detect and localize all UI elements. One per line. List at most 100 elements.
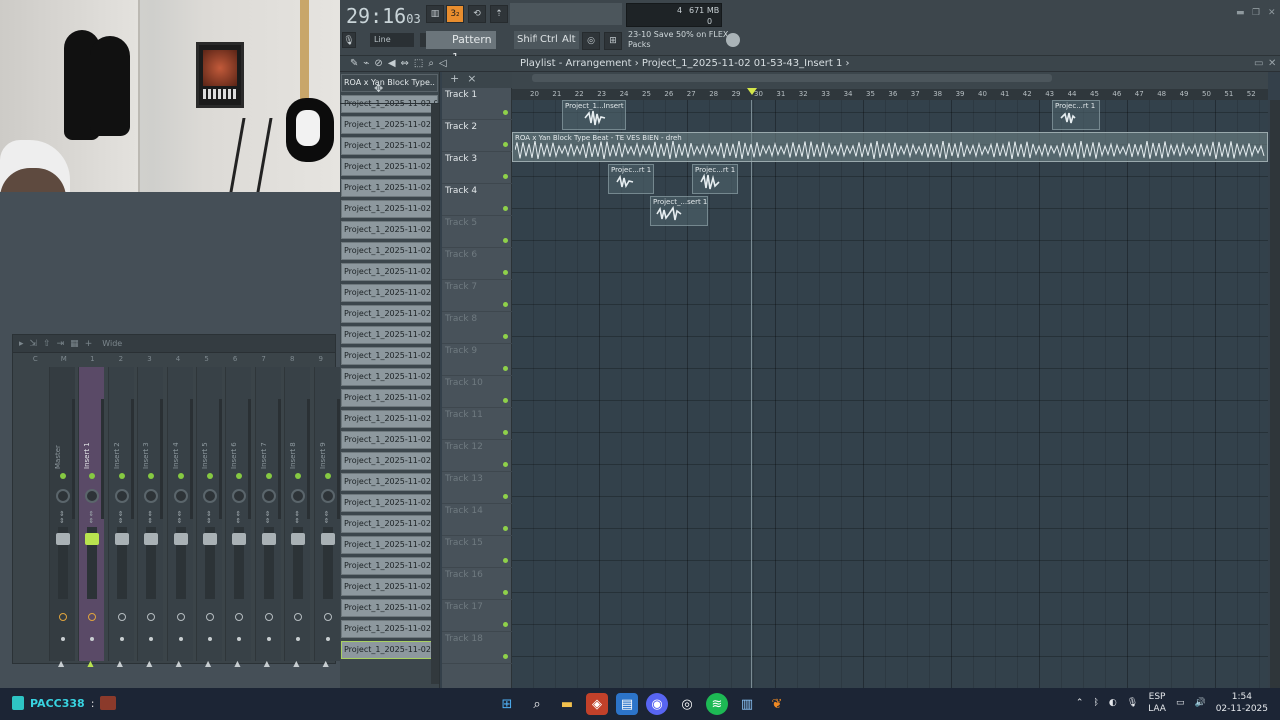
mixer-up-icon[interactable]: ⇧ — [43, 339, 51, 349]
fx-slot-icon[interactable] — [147, 613, 156, 621]
song-time-display[interactable]: 29:1603 — [346, 4, 421, 28]
file-explorer-icon[interactable]: ▬ — [556, 693, 578, 715]
stereo-arrows-icon[interactable]: ⇕ ⇕ — [265, 511, 271, 525]
add-track-icon[interactable]: + — [450, 72, 467, 85]
track-mute-led[interactable] — [503, 206, 508, 211]
pan-knob[interactable] — [291, 489, 306, 503]
track-mute-led[interactable] — [503, 526, 508, 531]
mixer-strip-insert[interactable]: Insert 9 ⇕ ⇕ ▲ — [313, 367, 340, 668]
route-icon[interactable]: ▲ — [323, 659, 333, 668]
strip-enable-led[interactable] — [118, 473, 125, 479]
mixer-strip-insert[interactable]: Insert 4 ⇕ ⇕ ▲ — [166, 367, 193, 668]
fader-handle[interactable] — [261, 533, 276, 545]
route-icon[interactable]: ▲ — [146, 659, 156, 668]
stereo-arrows-icon[interactable]: ⇕ ⇕ — [88, 511, 94, 525]
fader-handle[interactable] — [85, 533, 100, 545]
minimize-app-icon[interactable]: ▬ — [1236, 8, 1245, 18]
picker-item[interactable]: Project_1_2025-11-02 0.. — [341, 578, 438, 596]
mixer-route-icon[interactable]: ⇲ — [30, 339, 38, 349]
mic-icon[interactable]: 🎙 — [342, 32, 356, 48]
pan-knob[interactable] — [144, 489, 159, 503]
pan-knob[interactable] — [173, 489, 188, 503]
fader-handle[interactable] — [173, 533, 188, 545]
picker-item[interactable]: Project_1_2025-11-02 0.. — [341, 137, 438, 155]
strip-enable-led[interactable] — [89, 473, 96, 479]
mixer-add-icon[interactable]: + — [85, 339, 93, 349]
picker-item[interactable]: Project_1_2025-11-02 0.. — [341, 473, 438, 491]
record-arm-dot[interactable] — [61, 637, 65, 641]
tempo-slider[interactable] — [510, 3, 622, 25]
route-icon[interactable]: ▲ — [176, 659, 186, 668]
picker-item[interactable]: Project_1_2025-11-02 0.. — [341, 326, 438, 344]
ctrl-key-button[interactable]: Ctrl — [537, 31, 561, 49]
track-header[interactable]: Track 15 — [442, 536, 512, 568]
picker-item[interactable]: Project_1_2025-11-02 0.. — [341, 221, 438, 239]
stereo-arrows-icon[interactable]: ⇕ ⇕ — [324, 511, 330, 525]
fx-slot-icon[interactable] — [176, 613, 185, 621]
fader-handle[interactable] — [320, 533, 335, 545]
strip-enable-led[interactable] — [265, 473, 272, 479]
record-arm-dot[interactable] — [266, 637, 271, 641]
browser-icon[interactable]: ◎ — [582, 32, 600, 50]
fader-handle[interactable] — [56, 533, 70, 545]
record-arm-dot[interactable] — [325, 637, 330, 641]
route-icon[interactable]: ▲ — [293, 659, 303, 668]
picker-scrollbar[interactable] — [431, 104, 439, 684]
fader-handle[interactable] — [291, 533, 306, 545]
track-mute-led[interactable] — [503, 462, 508, 467]
snap-select[interactable]: Line — [370, 33, 414, 47]
search-icon[interactable]: ⌕ — [526, 693, 548, 715]
fx-slot-icon[interactable] — [235, 613, 244, 621]
strip-enable-led[interactable] — [295, 473, 302, 479]
picker-item[interactable]: Project_1_2025-11-02 0.. — [341, 494, 438, 512]
picker-move-icon[interactable]: ✥ — [374, 82, 383, 95]
notepad-icon[interactable]: ▥ — [736, 693, 758, 715]
cart-icon[interactable]: ⊞ — [604, 32, 622, 50]
picker-item[interactable]: Project_1_2025-11-02 0.. — [341, 515, 438, 533]
track-header[interactable]: Track 8 — [442, 312, 512, 344]
strip-enable-led[interactable] — [236, 473, 243, 479]
discord-icon[interactable]: ◉ — [646, 693, 668, 715]
record-arm-dot[interactable] — [119, 637, 124, 641]
stream-thumbnail-icon[interactable] — [100, 696, 117, 710]
track-header[interactable]: Track 9 — [442, 344, 512, 376]
playhead-marker-icon[interactable] — [747, 88, 757, 95]
steam-icon[interactable]: ◐ — [1109, 698, 1117, 708]
audio-clip-beat[interactable]: ROA x Yan Block Type Beat - TE VES BIEN … — [512, 132, 1268, 162]
picker-item[interactable]: Project_1_2025-11-02 0.. — [341, 179, 438, 197]
picker-item[interactable]: Project_1_2025-11-02 0.. — [341, 242, 438, 260]
picker-item[interactable]: Project_1_2025-11-02 0.. — [341, 536, 438, 554]
volume-icon[interactable]: 🔊 — [1194, 698, 1205, 708]
slip-icon[interactable]: ⇔ — [401, 58, 414, 69]
picker-item[interactable]: Project_1_2025-11-02 0.. — [341, 284, 438, 302]
select-icon[interactable]: ⬚ — [414, 58, 428, 69]
track-header[interactable]: Track 18 — [442, 632, 512, 664]
track-mute-led[interactable] — [503, 334, 508, 339]
mixer-strip-insert[interactable]: Insert 5 ⇕ ⇕ ▲ — [196, 367, 222, 668]
record-arm-dot[interactable] — [149, 637, 154, 641]
track-mute-led[interactable] — [503, 430, 508, 435]
fader-handle[interactable] — [203, 533, 217, 545]
zoom-icon[interactable]: ⌕ — [428, 58, 439, 69]
fx-slot-icon[interactable] — [264, 613, 273, 621]
track-header[interactable]: Track 3 — [442, 152, 512, 184]
record-arm-dot[interactable] — [178, 637, 183, 641]
track-mute-led[interactable] — [503, 398, 508, 403]
mixer-window[interactable]: ▸ ⇲ ⇧ ⇥ ▦ + Wide CM123456789 Master ⇕ ⇕ ▲ In… — [12, 334, 340, 668]
pan-knob[interactable] — [261, 489, 276, 503]
track-header[interactable]: Track 5 — [442, 216, 512, 248]
picker-item[interactable]: Project_1_2025-11-02 0.. — [341, 263, 438, 281]
track-mute-led[interactable] — [503, 590, 508, 595]
mute-icon[interactable]: ◀ — [388, 58, 401, 69]
stereo-arrows-icon[interactable]: ⇕ ⇕ — [177, 511, 183, 525]
news-badge-icon[interactable] — [726, 33, 740, 47]
close-app-icon[interactable]: ✕ — [1268, 8, 1276, 18]
playlist-window[interactable]: ✎⌁⊘◀⇔⬚⌕◁ Playlist - Arrangement › Projec… — [340, 56, 1280, 688]
pan-knob[interactable] — [85, 489, 100, 503]
stereo-arrows-icon[interactable]: ⇕ ⇕ — [235, 511, 241, 525]
tray-chevron-icon[interactable]: ⌃ — [1076, 698, 1084, 708]
picker-item[interactable]: Project_1_2025-11-02 0.. — [341, 620, 438, 638]
track-mute-led[interactable] — [503, 558, 508, 563]
playlist-close-icon[interactable]: ✕ — [1268, 58, 1276, 69]
fl-studio-icon[interactable]: ❦ — [766, 693, 788, 715]
